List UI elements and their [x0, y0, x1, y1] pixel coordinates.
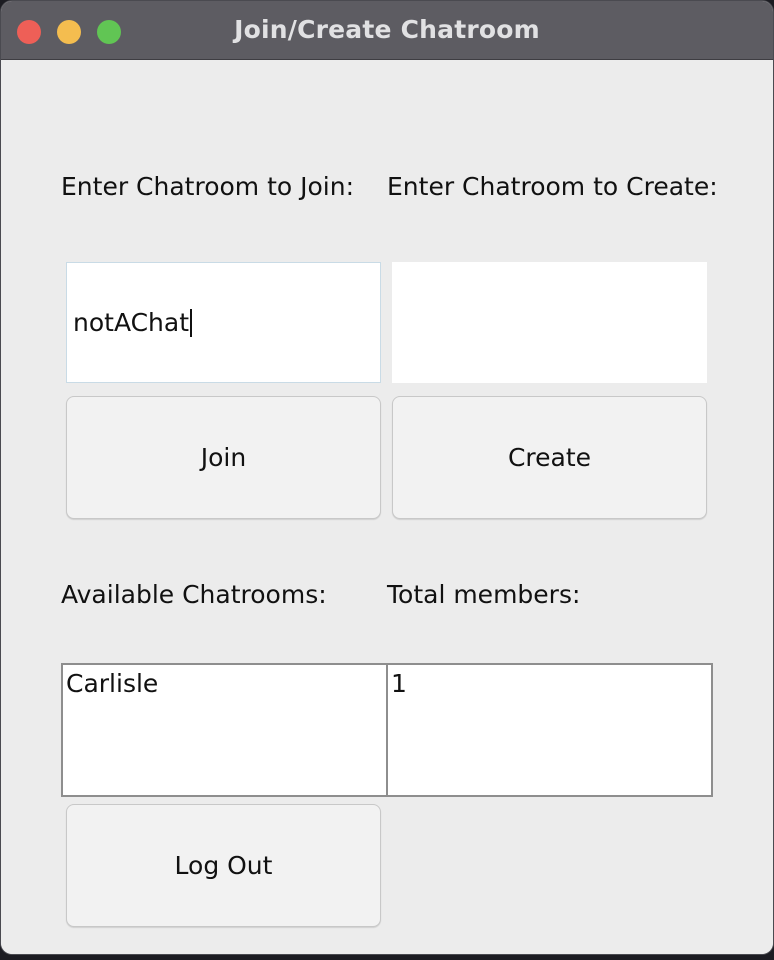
log-out-button[interactable]: Log Out: [66, 804, 381, 927]
text-cursor: [190, 308, 193, 337]
window-title: Join/Create Chatroom: [234, 15, 540, 44]
create-chatroom-label: Enter Chatroom to Create:: [387, 172, 718, 201]
title-bar[interactable]: Join/Create Chatroom: [1, 1, 773, 60]
chatroom-list-item[interactable]: Carlisle: [66, 669, 383, 698]
join-chatroom-input-value: notAChat: [73, 308, 190, 337]
available-chatrooms-label: Available Chatrooms:: [61, 580, 327, 609]
create-button[interactable]: Create: [392, 396, 707, 519]
join-chatroom-label: Enter Chatroom to Join:: [61, 172, 355, 201]
members-list-item[interactable]: 1: [391, 669, 708, 698]
main-panel: Enter Chatroom to Join: Enter Chatroom t…: [1, 61, 773, 954]
join-chatroom-input[interactable]: notAChat: [66, 262, 381, 383]
join-button[interactable]: Join: [66, 396, 381, 519]
members-list[interactable]: 1: [386, 663, 713, 797]
total-members-label: Total members:: [387, 580, 581, 609]
app-window: Join/Create Chatroom Enter Chatroom to J…: [0, 0, 774, 955]
chatrooms-list[interactable]: Carlisle: [61, 663, 388, 797]
create-chatroom-input[interactable]: [392, 262, 707, 383]
